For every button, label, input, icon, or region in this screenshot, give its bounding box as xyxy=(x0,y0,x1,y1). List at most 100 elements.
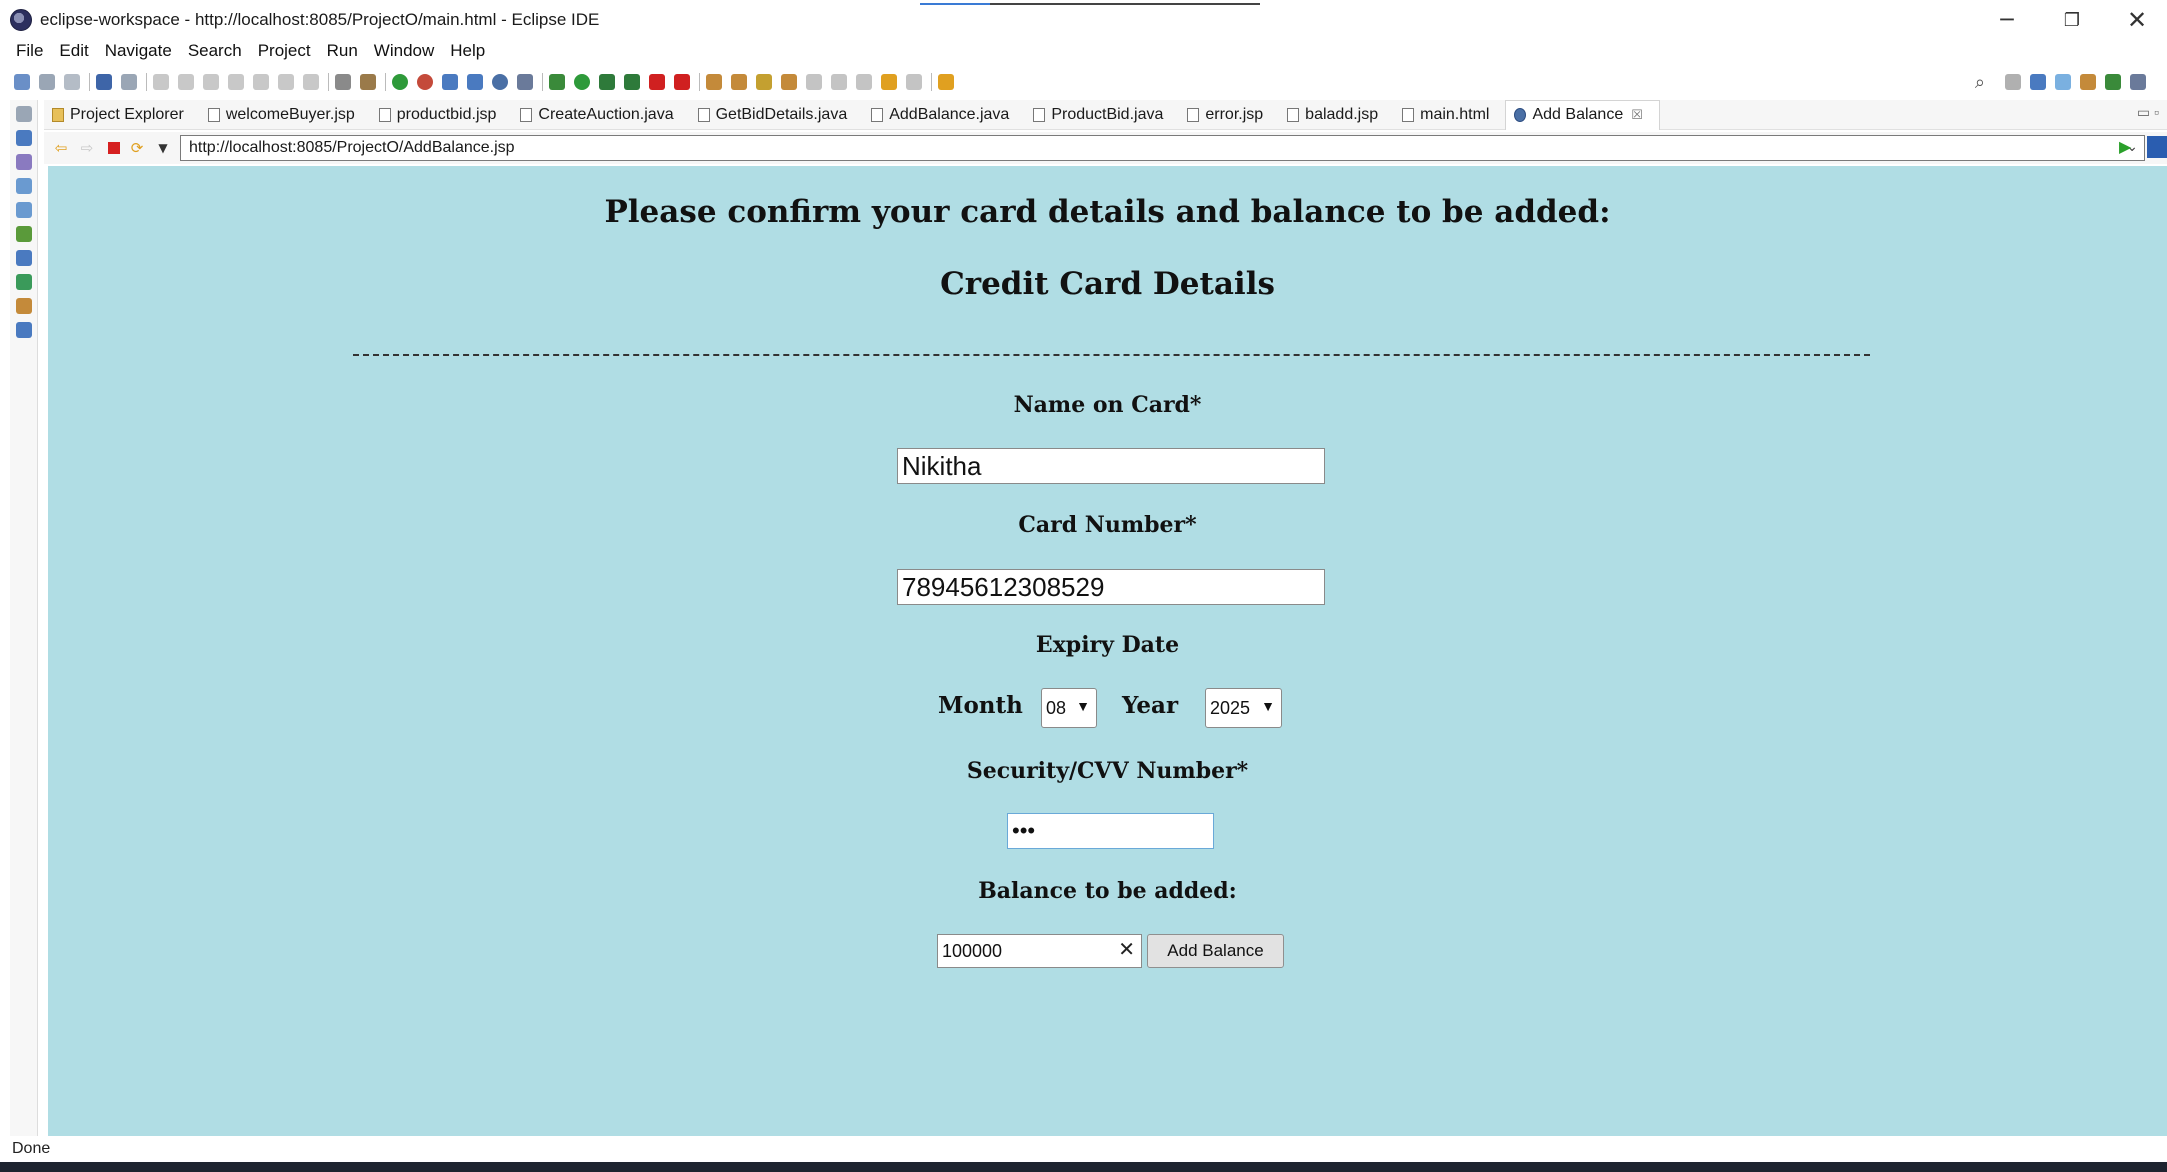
open-type-icon[interactable] xyxy=(706,74,722,90)
disconnect-icon[interactable] xyxy=(228,74,244,90)
drop-to-frame-icon[interactable] xyxy=(335,74,351,90)
menu-run[interactable]: Run xyxy=(319,41,366,61)
menu-file[interactable]: File xyxy=(8,41,51,61)
maximize-button[interactable]: ❐ xyxy=(2040,0,2104,40)
tab-add-balance[interactable]: Add Balance ☒ xyxy=(1505,99,1660,130)
menu-project[interactable]: Project xyxy=(250,41,319,61)
next-annotation-icon[interactable] xyxy=(806,74,822,90)
resume-icon[interactable] xyxy=(153,74,169,90)
junit-icon[interactable] xyxy=(15,298,32,314)
external-tools-icon[interactable] xyxy=(624,74,640,90)
browser-icon[interactable] xyxy=(492,74,508,90)
console-icon[interactable] xyxy=(15,250,32,266)
tab-productbid-jsp[interactable]: productbid.jsp xyxy=(371,100,513,130)
java-ee-perspective-icon[interactable] xyxy=(2030,74,2046,90)
card-number-input[interactable]: 78945612308529 xyxy=(897,569,1325,605)
menu-search[interactable]: Search xyxy=(180,41,250,61)
card-details-heading: Credit Card Details xyxy=(940,266,1275,302)
menu-edit[interactable]: Edit xyxy=(51,41,96,61)
file-icon xyxy=(1402,107,1415,122)
annotation-icon[interactable] xyxy=(781,74,797,90)
web-perspective-icon[interactable] xyxy=(2055,74,2071,90)
back-arrow-icon[interactable]: ⇦ xyxy=(52,139,70,157)
name-on-card-input[interactable]: Nikitha xyxy=(897,448,1325,484)
minimize-maximize-icon[interactable]: ▭ ▫ xyxy=(2137,104,2159,121)
snippets-icon[interactable] xyxy=(15,274,32,290)
stop-icon[interactable] xyxy=(108,142,120,154)
tab-label: error.jsp xyxy=(1205,105,1264,123)
tab-addbalance-java[interactable]: AddBalance.java xyxy=(863,100,1025,130)
tab-label: AddBalance.java xyxy=(889,105,1010,123)
problems-icon[interactable] xyxy=(15,322,32,338)
tab-error-jsp[interactable]: error.jsp xyxy=(1179,100,1279,130)
tab-baladd-jsp[interactable]: baladd.jsp xyxy=(1279,100,1394,130)
data-source-icon[interactable] xyxy=(15,226,32,242)
servers-icon[interactable] xyxy=(15,202,32,218)
refresh-icon[interactable] xyxy=(417,74,433,90)
menu-window[interactable]: Window xyxy=(366,41,442,61)
tab-welcomebuyer-jsp[interactable]: welcomeBuyer.jsp xyxy=(200,100,371,130)
suspend-icon[interactable] xyxy=(178,74,194,90)
hierarchy-icon[interactable] xyxy=(15,154,32,170)
cvv-input[interactable]: ••• xyxy=(1007,813,1214,849)
save-all-icon[interactable] xyxy=(64,74,80,90)
menu-navigate[interactable]: Navigate xyxy=(97,41,180,61)
nav-dropdown-icon[interactable]: ▼ xyxy=(154,139,172,157)
terminal-icon[interactable] xyxy=(96,74,112,90)
previous-annotation-icon[interactable] xyxy=(831,74,847,90)
use-step-filters-icon[interactable] xyxy=(360,74,376,90)
month-select[interactable]: 08 ▼ xyxy=(1041,688,1097,728)
run-server-icon[interactable] xyxy=(392,74,408,90)
close-tab-icon[interactable]: ☒ xyxy=(1631,107,1643,123)
menu-help[interactable]: Help xyxy=(442,41,493,61)
debug-icon[interactable] xyxy=(549,74,565,90)
tab-getbiddetails-java[interactable]: GetBidDetails.java xyxy=(690,100,864,130)
step-over-icon[interactable] xyxy=(278,74,294,90)
git-perspective-icon[interactable] xyxy=(2130,74,2146,90)
package-explorer-icon[interactable] xyxy=(15,130,32,146)
clear-icon[interactable]: ✕ xyxy=(1118,937,1135,962)
go-icon[interactable]: ▶ xyxy=(2119,137,2131,156)
open-perspective-icon[interactable] xyxy=(2005,74,2021,90)
restore-icon[interactable] xyxy=(15,106,32,122)
page-heading: Please confirm your card details and bal… xyxy=(604,194,1611,230)
tab-createauction-java[interactable]: CreateAuction.java xyxy=(512,100,689,130)
run-icon[interactable] xyxy=(574,74,590,90)
step-return-icon[interactable] xyxy=(303,74,319,90)
new-web-project-icon[interactable] xyxy=(467,74,483,90)
back-icon[interactable] xyxy=(881,74,897,90)
tab-main-html[interactable]: main.html xyxy=(1394,100,1505,130)
new-java-class-icon[interactable] xyxy=(674,74,690,90)
tab-label: ProductBid.java xyxy=(1051,105,1164,123)
year-select[interactable]: 2025 ▼ xyxy=(1205,688,1282,728)
save-icon[interactable] xyxy=(39,74,55,90)
java-perspective-icon[interactable] xyxy=(2080,74,2096,90)
tab-label: productbid.jsp xyxy=(396,105,497,123)
stop-icon[interactable] xyxy=(649,74,665,90)
new-server-icon[interactable] xyxy=(442,74,458,90)
close-button[interactable]: ✕ xyxy=(2105,0,2167,40)
outline-icon[interactable] xyxy=(15,178,32,194)
forward-icon[interactable] xyxy=(906,74,922,90)
open-external-icon[interactable] xyxy=(2147,136,2167,158)
last-edit-icon[interactable] xyxy=(856,74,872,90)
step-into-icon[interactable] xyxy=(253,74,269,90)
url-input[interactable]: http://localhost:8085/ProjectO/AddBalanc… xyxy=(180,135,2145,161)
refresh-icon[interactable]: ⟳ xyxy=(128,139,146,157)
terminate-icon[interactable] xyxy=(203,74,219,90)
coverage-icon[interactable] xyxy=(599,74,615,90)
debug-perspective-icon[interactable] xyxy=(2105,74,2121,90)
minimize-button[interactable]: ─ xyxy=(1975,0,2039,40)
tab-productbid-java[interactable]: ProductBid.java xyxy=(1025,100,1179,130)
skip-breakpoints-icon[interactable] xyxy=(121,74,137,90)
pin-editor-icon[interactable] xyxy=(938,74,954,90)
add-balance-button[interactable]: Add Balance xyxy=(1147,934,1284,968)
search-icon[interactable]: ⌕ xyxy=(1975,72,1985,93)
open-task-icon[interactable] xyxy=(731,74,747,90)
balance-input[interactable]: 100000 ✕ xyxy=(937,934,1142,968)
new-icon[interactable] xyxy=(14,74,30,90)
forward-arrow-icon[interactable]: ⇨ xyxy=(78,139,96,157)
search-tool-icon[interactable] xyxy=(756,74,772,90)
web-services-icon[interactable] xyxy=(517,74,533,90)
tab-project-explorer[interactable]: Project Explorer xyxy=(44,100,200,130)
